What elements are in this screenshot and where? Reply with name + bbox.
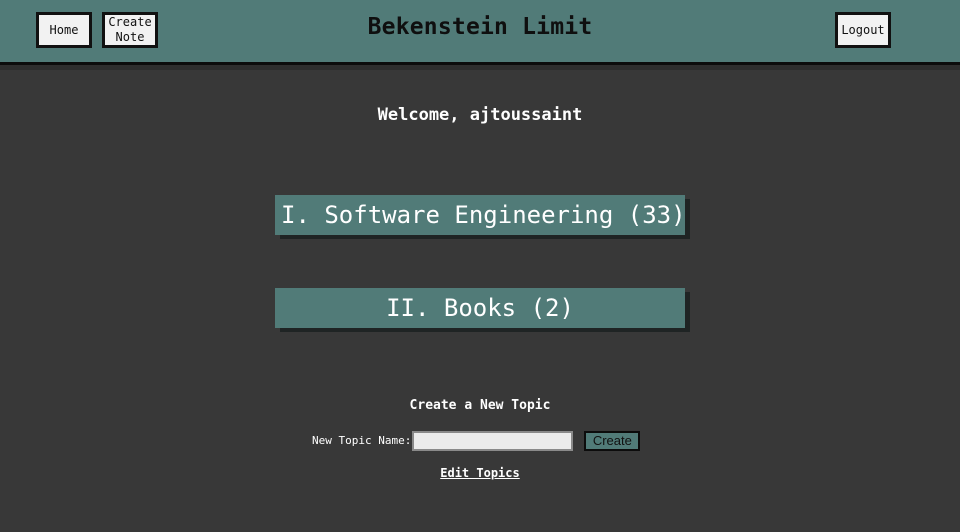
topic-name-label: New Topic Name:	[312, 434, 412, 447]
top-nav-bar: Home Create Note Bekenstein Limit Logout	[0, 0, 960, 65]
edit-topics-link[interactable]: Edit Topics	[0, 466, 960, 480]
site-title: Bekenstein Limit	[367, 14, 593, 40]
create-topic-form: New Topic Name: Create	[312, 430, 641, 451]
logout-button[interactable]: Logout	[835, 12, 891, 48]
create-topic-heading: Create a New Topic	[409, 398, 551, 413]
create-topic-button[interactable]: Create	[584, 430, 641, 451]
header-shadow	[0, 65, 960, 70]
topic-name-input[interactable]	[412, 430, 574, 451]
topic-books[interactable]: II. Books (2)	[275, 288, 685, 328]
welcome-message: Welcome, ajtoussaint	[377, 105, 583, 125]
topic-software-engineering[interactable]: I. Software Engineering (33)	[275, 195, 686, 235]
